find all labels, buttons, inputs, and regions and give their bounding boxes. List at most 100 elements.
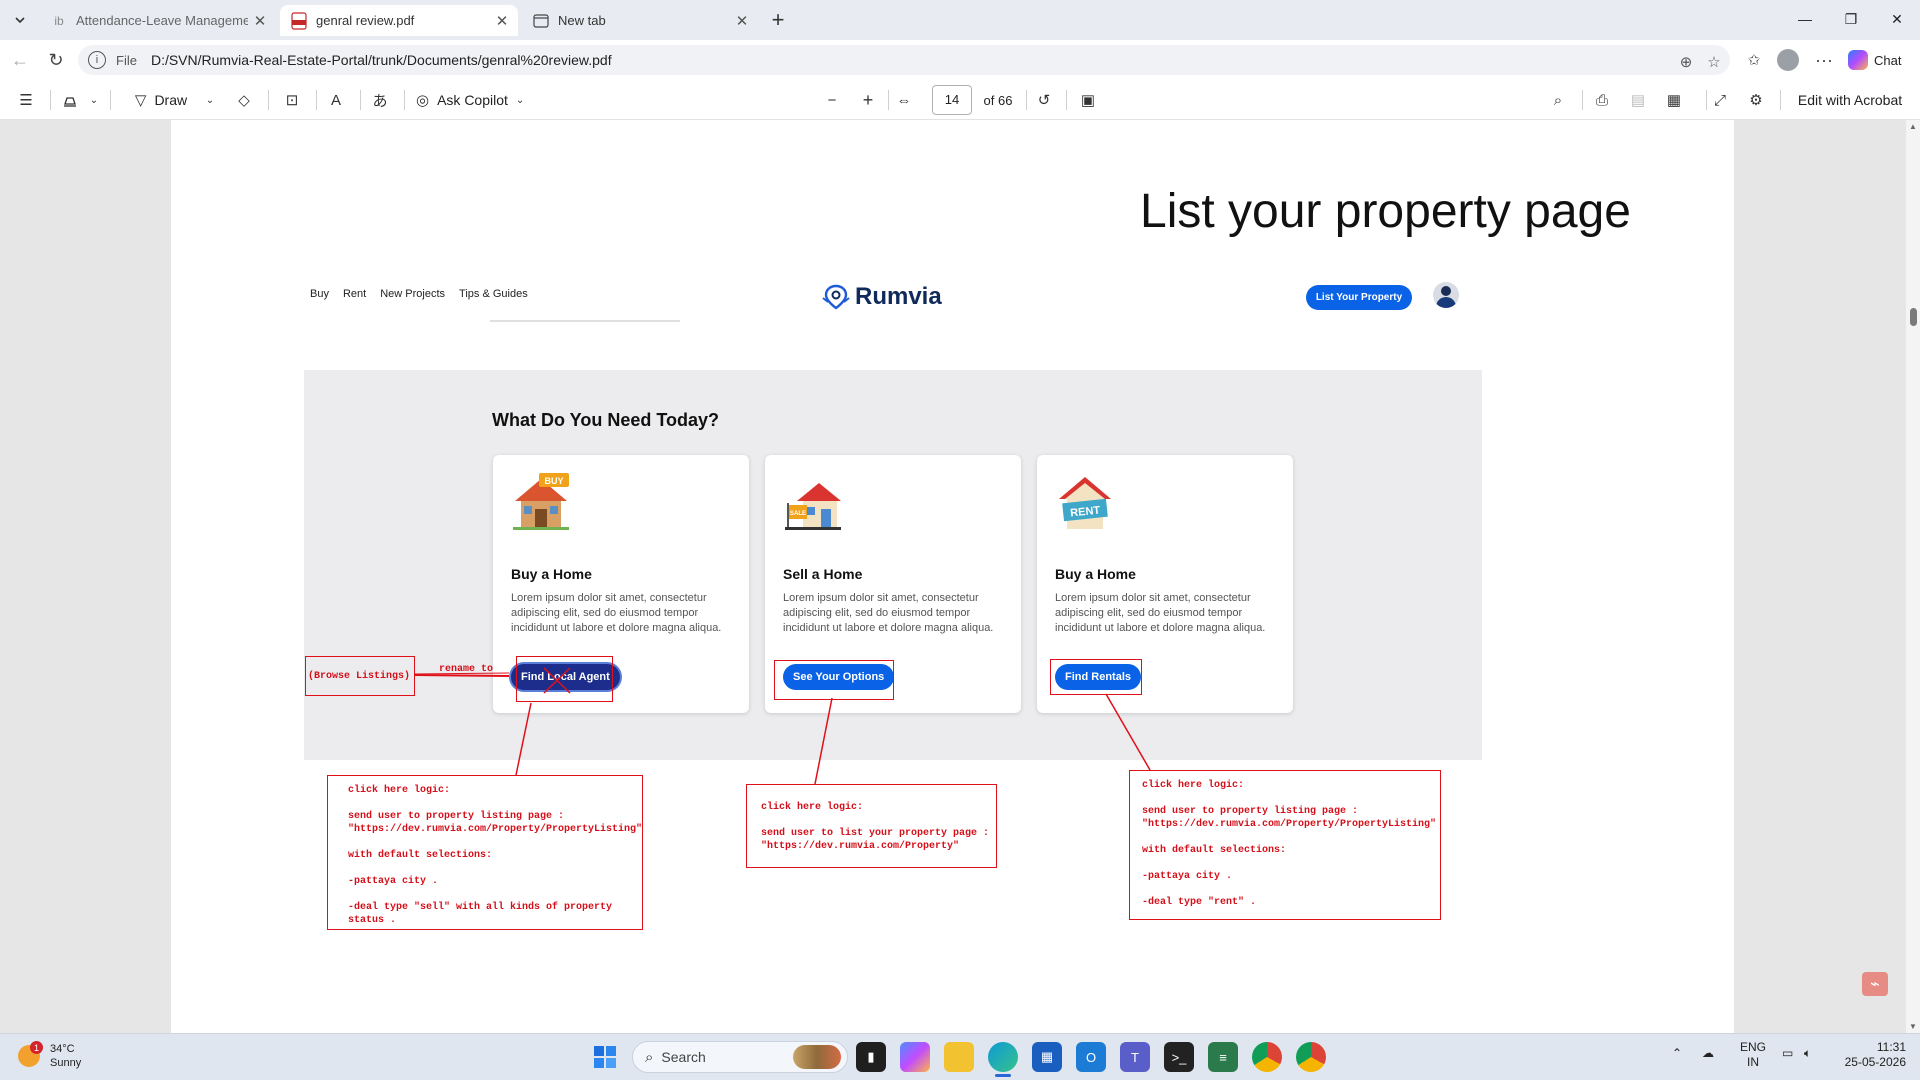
taskbar-search[interactable]: ⌕ Search (632, 1041, 848, 1073)
edge-browser-icon[interactable] (988, 1042, 1018, 1072)
settings-gear-icon[interactable]: ⚙ (1744, 88, 1768, 112)
copilot-outline-icon: ◎ (416, 92, 430, 109)
search-icon[interactable]: ⌕ (1546, 88, 1570, 112)
tab-new[interactable]: New tab ✕ (522, 5, 758, 36)
fullscreen-icon[interactable]: ⤢ (1708, 88, 1732, 112)
list-your-property-button: List Your Property (1306, 285, 1412, 310)
zoom-icon[interactable]: ⊕ (1676, 52, 1696, 72)
page-view-icon[interactable]: ▣ (1076, 88, 1100, 112)
svg-text:BUY: BUY (544, 476, 563, 486)
zoom-in-icon[interactable]: + (856, 88, 880, 112)
close-tab-icon[interactable]: ✕ (730, 9, 754, 33)
weather-temp: 34°C (50, 1043, 75, 1055)
highlight-icon[interactable] (58, 88, 82, 112)
divider (404, 90, 405, 110)
file-explorer-icon[interactable] (944, 1042, 974, 1072)
draw-button[interactable]: ▽ Draw (126, 88, 196, 112)
back-icon[interactable]: ← (6, 46, 34, 74)
pdf-viewer: List your property page Buy Rent New Pro… (0, 120, 1920, 1033)
tab-pdf[interactable]: genral review.pdf ✕ (280, 5, 518, 36)
search-icon: ⌕ (645, 1048, 654, 1066)
weather-desc: Sunny (50, 1057, 82, 1069)
save-icon[interactable]: ▤ (1626, 88, 1650, 112)
zoom-out-icon[interactable]: − (820, 88, 844, 112)
close-tab-icon[interactable]: ✕ (248, 9, 272, 33)
scroll-up-icon[interactable]: ▲ (1906, 120, 1920, 132)
find-rentals-highlight (1050, 659, 1142, 695)
rename-annotation-box: (Browse Listings) (305, 656, 415, 696)
draw-icon: ▽ (134, 92, 147, 109)
close-tab-icon[interactable]: ✕ (490, 9, 514, 33)
section-title: What Do You Need Today? (492, 410, 720, 430)
weather-widget[interactable]: 1 34°C Sunny (18, 1041, 82, 1070)
pdf-page: List your property page Buy Rent New Pro… (171, 120, 1734, 1033)
tab-actions-menu-button[interactable] (4, 6, 36, 34)
terminal-icon[interactable]: >_ (1164, 1042, 1194, 1072)
draw-label: Draw (154, 92, 188, 108)
scroll-down-icon[interactable]: ▼ (1906, 1020, 1920, 1032)
search-highlight-image (793, 1045, 841, 1069)
minimize-window-icon[interactable]: — (1782, 4, 1828, 34)
info-icon[interactable]: i (88, 51, 106, 69)
chevron-down-icon[interactable]: ⌄ (202, 88, 218, 112)
address-field[interactable]: i File D:/SVN/Rumvia-Real-Estate-Portal/… (78, 45, 1730, 75)
rename-value: (Browse Listings) (308, 671, 411, 682)
nav-new-projects: New Projects (380, 288, 446, 300)
copilot-chat-button[interactable]: Chat (1848, 46, 1908, 74)
notepad-icon[interactable]: ≡ (1208, 1042, 1238, 1072)
onedrive-icon[interactable]: ☁ (1702, 1046, 1714, 1061)
scroll-thumb[interactable] (1910, 308, 1917, 326)
page-number-input[interactable]: 14 (932, 85, 972, 115)
note-buy-text: click here logic: send user to property … (348, 785, 643, 926)
fit-page-icon[interactable]: ⇔ (892, 88, 916, 112)
favorite-star-icon[interactable]: ☆ (1704, 52, 1724, 72)
translate-icon[interactable]: あ (368, 88, 392, 112)
address-bar-row: ← ↻ i File D:/SVN/Rumvia-Real-Estate-Por… (0, 40, 1920, 80)
rotate-icon[interactable]: ↺ (1032, 88, 1056, 112)
teams-icon[interactable]: T (1120, 1042, 1150, 1072)
chevron-down-icon[interactable]: ⌄ (86, 88, 102, 112)
tab-title: Attendance-Leave Management S (76, 13, 248, 28)
print-icon[interactable]: ⎙ (1590, 88, 1614, 112)
edit-with-acrobat-button[interactable]: Edit with Acrobat (1792, 88, 1908, 112)
chrome-profile-icon[interactable] (1296, 1042, 1326, 1072)
note-rent-text: click here logic: send user to property … (1142, 780, 1437, 908)
sell-house-icon: SALE (785, 483, 841, 530)
divider (1706, 90, 1707, 110)
store-icon[interactable]: ▦ (1032, 1042, 1062, 1072)
ask-copilot-button[interactable]: ◎ Ask Copilot ⌄ (416, 88, 536, 112)
restore-window-icon[interactable]: ❐ (1828, 4, 1874, 34)
card-description: Lorem ipsum dolor sit amet, consectetur … (511, 592, 722, 634)
tab-attendance[interactable]: ib Attendance-Leave Management S ✕ (40, 5, 276, 36)
note-box-buy: click here logic: send user to property … (327, 775, 643, 930)
task-view-icon[interactable]: ▮ (856, 1042, 886, 1072)
copilot-app-icon[interactable] (900, 1042, 930, 1072)
profile-icon[interactable] (1774, 46, 1802, 74)
note-box-sell: click here logic: send user to list your… (746, 784, 997, 868)
chrome-icon[interactable] (1252, 1042, 1282, 1072)
acrobat-icon[interactable]: ⌁ (1862, 972, 1888, 996)
favorites-icon[interactable]: ✩ (1740, 46, 1768, 74)
read-aloud-icon[interactable]: A (324, 88, 348, 112)
volume-icon[interactable]: 🔈︎ (1804, 1046, 1811, 1061)
show-hidden-icons[interactable]: ⌃ (1672, 1046, 1682, 1061)
new-tab-button[interactable]: + (762, 6, 794, 34)
outlook-icon[interactable]: O (1076, 1042, 1106, 1072)
close-window-icon[interactable]: ✕ (1874, 4, 1920, 34)
save-as-icon[interactable]: ▦ (1662, 88, 1686, 112)
contents-list-icon[interactable]: ☰ (14, 88, 38, 112)
vertical-scrollbar[interactable]: ▲ ▼ (1906, 120, 1920, 1033)
windows-start-icon[interactable] (590, 1042, 620, 1072)
site-logo: Rumvia (821, 283, 942, 311)
url-text[interactable]: D:/SVN/Rumvia-Real-Estate-Portal/trunk/D… (151, 52, 612, 68)
clock[interactable]: 11:31 25-05-2026 (1844, 1040, 1906, 1070)
network-icon[interactable]: ▭ (1782, 1046, 1793, 1061)
tab-bar: ib Attendance-Leave Management S ✕ genra… (0, 0, 1920, 40)
text-box-icon[interactable]: ⊡ (280, 88, 304, 112)
eraser-icon[interactable]: ◇ (232, 88, 256, 112)
more-menu-icon[interactable]: ··· (1810, 46, 1838, 74)
page-total-label: of 66 (983, 92, 1013, 108)
rent-house-icon: RENT (1059, 477, 1111, 529)
language-indicator[interactable]: ENG IN (1740, 1040, 1766, 1070)
refresh-icon[interactable]: ↻ (42, 46, 70, 74)
